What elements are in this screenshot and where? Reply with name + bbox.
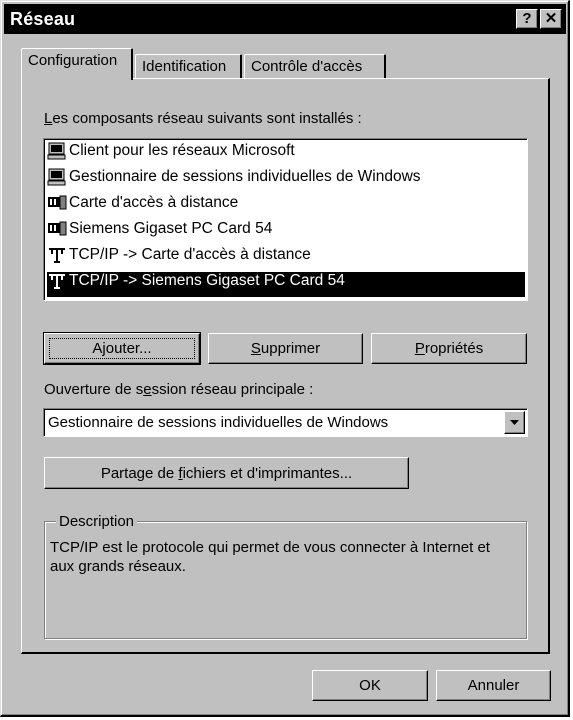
computer-icon: [47, 168, 67, 186]
add-label-rest: outer...: [105, 340, 152, 357]
list-item-label: TCP/IP -> Carte d'accès à distance: [69, 246, 311, 264]
components-listbox[interactable]: Client pour les réseaux Microsoft Gestio…: [43, 138, 528, 301]
tab-access-control[interactable]: Contrôle d'accès: [244, 54, 386, 80]
primary-logon-value: Gestionnaire de sessions individuelles d…: [48, 414, 389, 431]
list-item-selected[interactable]: TCP/IP -> Siemens Gigaset PC Card 54: [47, 272, 525, 297]
remove-button[interactable]: Supprimer: [208, 333, 363, 364]
dropdown-button[interactable]: [504, 411, 525, 434]
remove-label-mn: S: [250, 340, 261, 357]
list-item-label: TCP/IP -> Siemens Gigaset PC Card 54: [69, 272, 345, 290]
tab-identification-label: Identification: [142, 58, 227, 75]
list-item[interactable]: Client pour les réseaux Microsoft: [47, 142, 525, 167]
protocol-icon: [47, 272, 67, 290]
remove-label-rest: upprimer: [260, 340, 321, 357]
share-label-post: ichiers et d'imprimantes...: [182, 465, 353, 482]
installed-components-label: Les composants réseau suivants sont inst…: [44, 110, 362, 127]
list-item[interactable]: TCP/IP -> Carte d'accès à distance: [47, 246, 525, 271]
logon-label-mn: e: [143, 381, 152, 398]
description-title: Description: [56, 513, 138, 530]
tab-configuration[interactable]: Configuration: [21, 48, 133, 80]
list-item-label: Carte d'accès à distance: [69, 194, 239, 212]
list-item[interactable]: Siemens Gigaset PC Card 54: [47, 220, 525, 245]
file-printer-sharing-button[interactable]: Partage de fichiers et d'imprimantes...: [44, 457, 409, 489]
list-item-label: Client pour les réseaux Microsoft: [69, 142, 295, 160]
tab-access-control-label: Contrôle d'accès: [251, 58, 363, 75]
close-button[interactable]: ✕: [540, 9, 562, 29]
network-card-icon: [47, 194, 67, 212]
list-item-label: Gestionnaire de sessions individuelles d…: [69, 168, 421, 186]
properties-label-rest: ropriétés: [424, 340, 484, 357]
primary-logon-label: Ouverture de session réseau principale :: [44, 381, 313, 398]
share-label-pre: Partage de: [100, 465, 179, 482]
add-button[interactable]: Ajouter...: [43, 332, 201, 365]
tab-configuration-label: Configuration: [28, 52, 118, 69]
add-label-a: A: [92, 340, 103, 357]
logon-label-pre: Ouverture de s: [44, 381, 144, 398]
help-icon: ?: [522, 10, 532, 27]
list-item[interactable]: Carte d'accès à distance: [47, 194, 525, 219]
protocol-icon: [47, 246, 67, 264]
help-button[interactable]: ?: [516, 9, 538, 29]
cancel-label: Annuler: [467, 677, 520, 694]
title-bar[interactable]: Réseau ? ✕: [4, 4, 566, 34]
logon-label-post: ssion réseau principale :: [151, 381, 314, 398]
close-icon: ✕: [544, 10, 558, 27]
primary-logon-dropdown[interactable]: Gestionnaire de sessions individuelles d…: [43, 408, 528, 437]
computer-icon: [47, 142, 67, 160]
ok-button[interactable]: OK: [312, 670, 428, 701]
list-item-label: Siemens Gigaset PC Card 54: [69, 220, 273, 238]
description-text: TCP/IP est le protocole qui permet de vo…: [50, 539, 490, 575]
properties-button[interactable]: Propriétés: [371, 333, 527, 364]
network-card-icon: [47, 220, 67, 238]
cancel-button[interactable]: Annuler: [436, 670, 551, 701]
properties-label-mn: P: [414, 340, 425, 357]
window-title: Réseau: [10, 9, 76, 29]
installed-label-text: es composants réseau suivants sont insta…: [52, 110, 362, 127]
ok-label: OK: [359, 677, 381, 694]
tab-identification[interactable]: Identification: [135, 54, 242, 80]
list-item[interactable]: Gestionnaire de sessions individuelles d…: [47, 168, 525, 193]
chevron-down-icon: [510, 420, 519, 425]
